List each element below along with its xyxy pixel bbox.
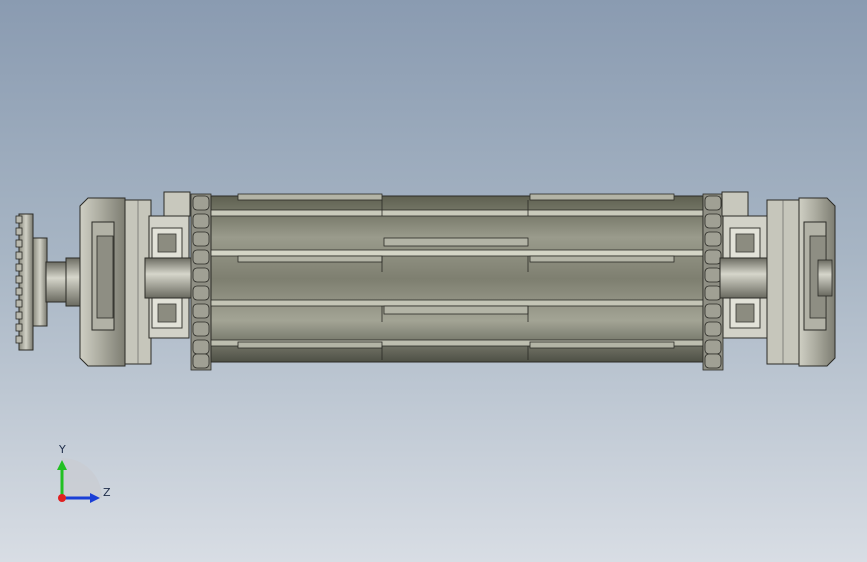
chain-icon bbox=[190, 193, 212, 371]
y-axis-label: Y bbox=[59, 443, 66, 456]
left-sprocket[interactable] bbox=[15, 213, 48, 351]
right-aluminum-profile[interactable] bbox=[719, 191, 771, 339]
bearing-housing-icon bbox=[766, 197, 836, 367]
left-chain[interactable] bbox=[190, 193, 212, 371]
right-bearing-housing[interactable] bbox=[766, 197, 836, 367]
roller-drum[interactable] bbox=[210, 193, 704, 363]
aluminum-profile-icon bbox=[719, 191, 771, 339]
view-triad[interactable] bbox=[57, 458, 102, 503]
aluminum-profile-icon bbox=[144, 191, 194, 339]
left-aluminum-profile[interactable] bbox=[144, 191, 194, 339]
left-bearing-housing[interactable] bbox=[79, 197, 152, 367]
graphics-viewport[interactable]: Y Z bbox=[0, 0, 867, 562]
z-axis-label: Z bbox=[103, 486, 111, 499]
cad-model[interactable] bbox=[0, 0, 867, 562]
bearing-housing-icon bbox=[79, 197, 152, 367]
roller-drum-icon bbox=[210, 193, 704, 363]
x-axis-dot bbox=[58, 494, 66, 502]
sprocket-icon bbox=[15, 213, 48, 351]
